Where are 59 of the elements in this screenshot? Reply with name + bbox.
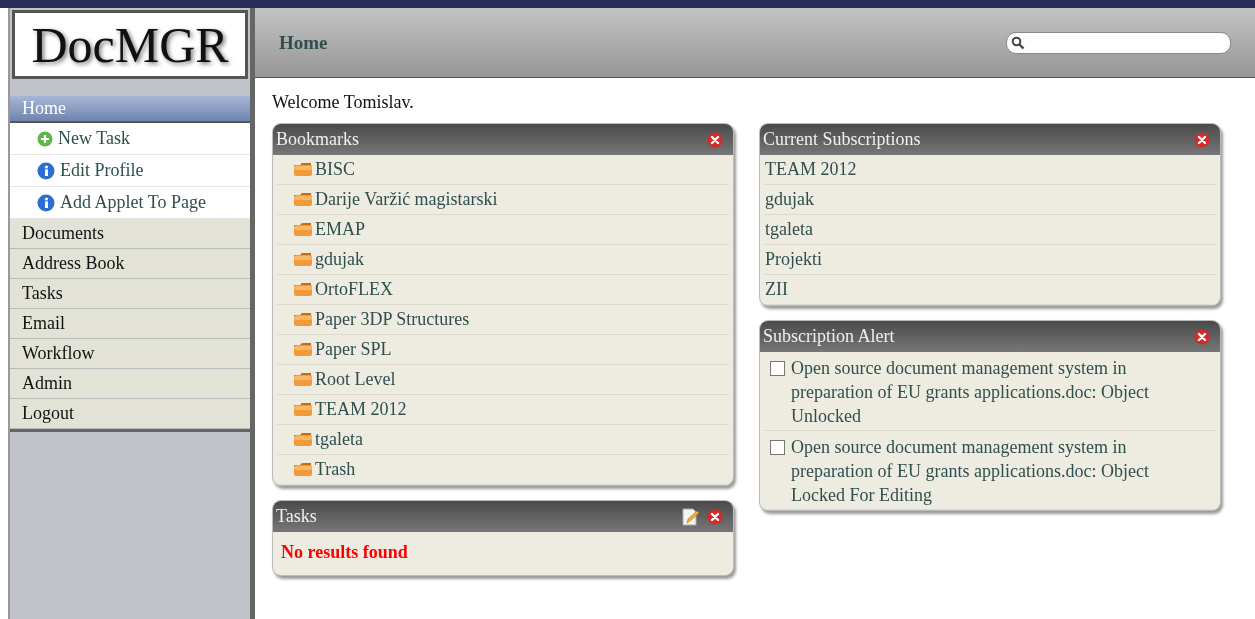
panel-title: Tasks (276, 506, 318, 527)
folder-icon (293, 372, 313, 387)
folder-icon (293, 222, 313, 237)
menu-item[interactable]: Logout (10, 399, 250, 429)
close-icon[interactable] (707, 508, 723, 525)
folder-icon (293, 162, 313, 177)
info-icon (37, 193, 55, 212)
menu-item[interactable]: Documents (10, 219, 250, 249)
welcome-text: Welcome Tomislav. (272, 92, 415, 113)
search-field[interactable] (1006, 31, 1231, 54)
folder-icon (293, 432, 313, 447)
menu-item[interactable]: New Task (10, 123, 250, 155)
menu-item[interactable]: Email (10, 309, 250, 339)
subscription-link[interactable]: gdujak (765, 189, 814, 210)
subscription-link[interactable]: TEAM 2012 (765, 159, 857, 180)
menu-item[interactable]: Tasks (10, 279, 250, 309)
folder-icon (293, 402, 313, 417)
bookmark-link[interactable]: Paper SPL (315, 339, 392, 360)
alert-text: Open source document management system in preparation of EU grants applications.doc: Object Locked For Editing (791, 436, 1150, 507)
subscription-link[interactable]: tgaleta (765, 219, 813, 240)
bookmark-link[interactable]: Root Level (315, 369, 396, 390)
folder-icon (293, 192, 313, 207)
page-title: Home (279, 31, 329, 54)
folder-icon (293, 462, 313, 477)
bookmark-link[interactable]: gdujak (315, 249, 364, 270)
bookmark-link[interactable]: Darije Varžić magistarski (315, 189, 498, 210)
close-icon[interactable] (1194, 131, 1210, 148)
checkbox[interactable] (770, 361, 785, 376)
info-icon (37, 161, 55, 180)
bookmark-link[interactable]: TEAM 2012 (315, 399, 407, 420)
menu-item[interactable]: Add Applet To Page (10, 187, 250, 219)
folder-icon (293, 282, 313, 297)
search-icon (1011, 35, 1025, 50)
bookmark-link[interactable]: tgaleta (315, 429, 363, 450)
edit-note-icon[interactable] (681, 507, 699, 526)
close-icon[interactable] (1194, 328, 1210, 345)
subscription-link[interactable]: ZII (765, 279, 788, 300)
bookmark-link[interactable]: EMAP (315, 219, 365, 240)
panel-title: Current Subscriptions (763, 129, 922, 150)
menu-item[interactable]: Address Book (10, 249, 250, 279)
folder-icon (293, 312, 313, 327)
folder-icon (293, 252, 313, 267)
menu-item[interactable]: Edit Profile (10, 155, 250, 187)
menu-item[interactable]: Admin (10, 369, 250, 399)
empty-message: No results found (280, 541, 409, 564)
folder-icon (293, 342, 313, 357)
menu-item[interactable]: Workflow (10, 339, 250, 369)
bookmark-link[interactable]: BISC (315, 159, 356, 180)
close-icon[interactable] (707, 131, 723, 148)
bookmark-link[interactable]: OrtoFLEX (315, 279, 393, 300)
subscription-link[interactable]: Projekti (765, 249, 822, 270)
bookmark-link[interactable]: Trash (315, 459, 356, 480)
plus-icon (37, 130, 53, 147)
panel-title: Bookmarks (276, 129, 360, 150)
checkbox[interactable] (770, 440, 785, 455)
bookmark-link[interactable]: Paper 3DP Structures (315, 309, 470, 330)
panel-title: Subscription Alert (763, 326, 896, 347)
alert-text: Open source document management system in preparation of EU grants applications.doc: Object Unlocked (791, 357, 1150, 428)
logo: DocMGR (12, 10, 248, 79)
